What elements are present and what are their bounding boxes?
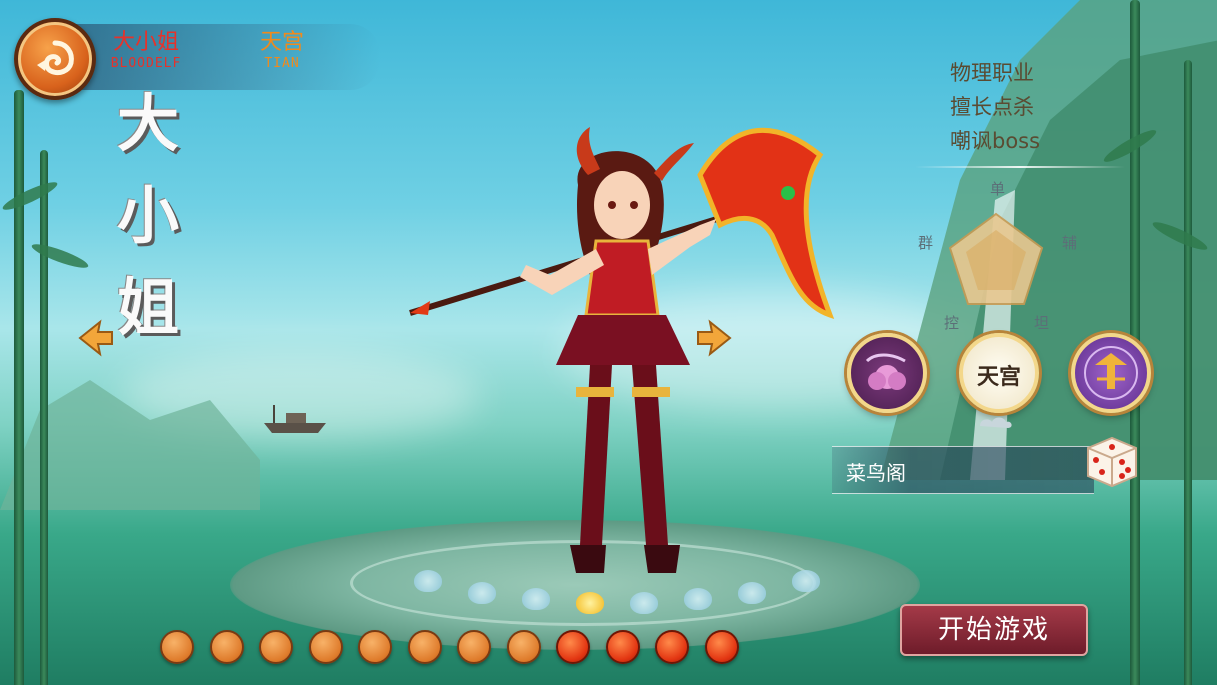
back-swirl-icon (37, 40, 74, 76)
prev-character-arrow-icon[interactable] (76, 318, 116, 358)
bamboo-leaf (29, 240, 91, 272)
sect-label: 天宫 (976, 365, 1021, 390)
pet-slot[interactable] (630, 592, 658, 614)
bamboo-stalk (14, 90, 24, 685)
character-slot-12[interactable] (705, 630, 739, 664)
hero-character (409, 127, 835, 573)
lotus-cloud-icon (865, 353, 906, 390)
tab-sublabel: TIAN (264, 56, 300, 71)
character-slot-8[interactable] (507, 630, 541, 664)
pet-slot[interactable] (684, 588, 712, 610)
pet-slot[interactable] (522, 588, 550, 610)
sect-button-tiangong[interactable]: 天宫 (959, 333, 1039, 413)
character-slot-7[interactable] (457, 630, 491, 664)
game-scene: 大小姐 BLOODELF 天宫 TIAN 大 小 姐 物理职业 擅长点杀 嘲讽b… (0, 0, 1217, 685)
bamboo-stalk (1184, 60, 1192, 685)
sect-button-lotus[interactable] (847, 333, 927, 413)
pagoda-emblem-icon (1084, 346, 1138, 400)
tab-label: 天宫 (259, 30, 304, 55)
character-slot-2[interactable] (210, 630, 244, 664)
divider (915, 166, 1125, 168)
name-char: 小 (116, 179, 179, 252)
trait-list: 物理职业 擅长点杀 嘲讽boss (950, 56, 1040, 158)
character-slot-9[interactable] (556, 630, 590, 664)
character-slot-5[interactable] (358, 630, 392, 664)
radar-label-group: 群 (918, 234, 934, 252)
bamboo-stalk (40, 150, 48, 685)
bamboo-leaf (0, 177, 60, 215)
radar-label-control: 控 (944, 314, 960, 332)
character-slot-3[interactable] (259, 630, 293, 664)
left-hills (0, 380, 260, 510)
trait-item: 擅长点杀 (950, 95, 1034, 119)
radar-label-single: 单 (990, 180, 1006, 198)
back-button[interactable] (14, 18, 96, 100)
cloud-ornament-icon (980, 417, 1012, 428)
character-slot-1[interactable] (160, 630, 194, 664)
radar-label-support: 辅 (1062, 234, 1078, 252)
boat (264, 405, 326, 433)
name-char: 大 (116, 87, 179, 160)
dice-random-name-icon[interactable] (1082, 432, 1140, 490)
sect-button-pagoda[interactable] (1071, 333, 1151, 413)
character-slot-6[interactable] (408, 630, 442, 664)
start-game-button[interactable]: 开始游戏 (900, 604, 1088, 656)
character-name: 大 小 姐 (108, 78, 188, 354)
pet-slot[interactable] (468, 582, 496, 604)
tab-tian[interactable]: 天宫 TIAN (240, 30, 324, 71)
trait-item: 物理职业 (950, 61, 1034, 85)
pet-slot-selected[interactable] (576, 592, 604, 614)
radar-pentagon (948, 212, 1044, 305)
character-slot-4[interactable] (309, 630, 343, 664)
player-name-value: 菜鸟阁 (846, 461, 906, 485)
player-name-field[interactable]: 菜鸟阁 (832, 446, 1094, 494)
next-character-arrow-icon[interactable] (694, 318, 734, 358)
tab-sublabel: BLOODELF (110, 56, 182, 71)
tab-label: 大小姐 (112, 30, 179, 55)
name-char: 姐 (116, 271, 179, 344)
pet-slot[interactable] (738, 582, 766, 604)
character-slot-10[interactable] (606, 630, 640, 664)
character-slot-11[interactable] (655, 630, 689, 664)
tab-bloodelf[interactable]: 大小姐 BLOODELF (104, 30, 188, 71)
trait-item: 嘲讽boss (950, 129, 1041, 153)
radar-label-tank: 坦 (1034, 314, 1050, 332)
